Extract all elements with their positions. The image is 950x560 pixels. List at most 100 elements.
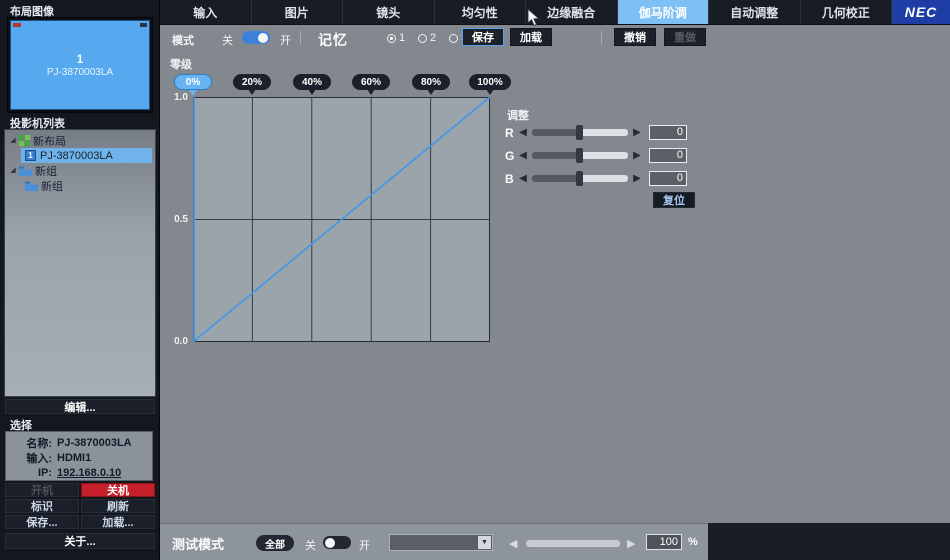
save-settings-button[interactable]: 保存... xyxy=(5,515,79,529)
b-value-input[interactable]: 0 xyxy=(649,171,687,186)
slider-knob[interactable] xyxy=(576,125,583,140)
y-tick-05: 0.5 xyxy=(164,214,188,225)
memory-save-button[interactable]: 保存 xyxy=(462,28,504,46)
tab-gamma[interactable]: 伽马阶调 xyxy=(618,0,710,24)
increment-arrow[interactable]: ▶ xyxy=(631,150,643,161)
power-on-button[interactable]: 开机 xyxy=(5,483,79,497)
all-button[interactable]: 全部 xyxy=(256,535,294,551)
tree-item-projector[interactable]: 1 PJ-3870003LA xyxy=(5,148,155,163)
tree-item-subgroup[interactable]: 新组 xyxy=(5,178,155,193)
r-value-input[interactable]: 0 xyxy=(649,125,687,140)
identify-button[interactable]: 标识 xyxy=(5,499,79,513)
memory-load-button[interactable]: 加载 xyxy=(510,28,552,46)
tree-item-group[interactable]: ◢ 新组 xyxy=(5,163,155,178)
channel-row-g: G ◀ ▶ 0 xyxy=(505,148,687,163)
radio-icon xyxy=(449,34,458,43)
y-tick-0: 0.0 xyxy=(164,336,188,347)
slider-knob[interactable] xyxy=(576,148,583,163)
name-label: 名称: xyxy=(6,435,52,451)
test-on-label: 开 xyxy=(359,537,370,553)
gamma-curve-chart[interactable] xyxy=(193,97,490,342)
redo-button[interactable]: 重做 xyxy=(664,28,706,46)
percent-unit: % xyxy=(688,536,698,548)
g-slider[interactable] xyxy=(532,152,628,159)
toggle-knob xyxy=(325,538,335,548)
divider xyxy=(601,31,602,45)
status-mark-red xyxy=(13,23,21,27)
tab-auto-adjust[interactable]: 自动调整 xyxy=(709,0,801,24)
point-tab-0[interactable]: 0% xyxy=(174,74,212,90)
dropdown-arrow-icon[interactable]: ▼ xyxy=(478,536,491,549)
tree-item-label: PJ-3870003LA xyxy=(40,150,113,162)
about-button[interactable]: 关于... xyxy=(5,533,155,549)
y-tick-1: 1.0 xyxy=(164,92,188,103)
mode-toggle[interactable] xyxy=(242,31,270,44)
power-off-button[interactable]: 关机 xyxy=(81,483,155,497)
radio-label: 2 xyxy=(430,32,436,44)
tab-picture[interactable]: 图片 xyxy=(252,0,344,24)
layout-grid-icon xyxy=(19,135,30,146)
projector-preview-tile[interactable]: 1 PJ-3870003LA xyxy=(10,20,150,110)
increment-arrow[interactable]: ▶ xyxy=(627,537,635,550)
level-slider[interactable] xyxy=(526,540,620,547)
memory-radio-2[interactable]: 2 xyxy=(418,32,436,44)
slider-knob[interactable] xyxy=(576,171,583,186)
b-slider[interactable] xyxy=(532,175,628,182)
increment-arrow[interactable]: ▶ xyxy=(631,127,643,138)
point-tab-20[interactable]: 20% xyxy=(233,74,271,90)
tree-expander-icon[interactable]: ◢ xyxy=(7,133,19,148)
level-label: 零级 xyxy=(170,56,192,72)
ip-link[interactable]: 192.168.0.10 xyxy=(57,467,121,479)
top-tab-bar: 输入 图片 镜头 均匀性 边缘融合 伽马阶调 自动调整 几何校正 NEC xyxy=(160,0,950,25)
load-settings-button[interactable]: 加载... xyxy=(81,515,155,529)
point-tab-40[interactable]: 40% xyxy=(293,74,331,90)
power-button-grid: 开机 关机 标识 刷新 保存... 加载... xyxy=(5,483,155,531)
g-value-input[interactable]: 0 xyxy=(649,148,687,163)
increment-arrow[interactable]: ▶ xyxy=(631,173,643,184)
refresh-button[interactable]: 刷新 xyxy=(81,499,155,513)
point-tab-80[interactable]: 80% xyxy=(412,74,450,90)
divider xyxy=(300,31,301,45)
projector-number-badge: 1 xyxy=(25,150,36,161)
percent-input[interactable]: 100 xyxy=(646,534,682,550)
decrement-arrow[interactable]: ◀ xyxy=(517,173,529,184)
mode-on-label: 开 xyxy=(280,32,291,48)
folder-icon xyxy=(19,166,32,176)
memory-radio-1[interactable]: 1 xyxy=(387,32,405,44)
tree-item-label: 新组 xyxy=(35,163,57,179)
test-pattern-dropdown[interactable]: ▼ xyxy=(389,534,493,551)
r-slider[interactable] xyxy=(532,129,628,136)
edit-button[interactable]: 编辑... xyxy=(5,399,155,414)
mode-off-label: 关 xyxy=(222,32,233,48)
decrement-arrow[interactable]: ◀ xyxy=(509,537,517,550)
projector-tree: ◢ 新布局 1 PJ-3870003LA ◢ 新组 新组 xyxy=(4,129,156,397)
tab-uniformity[interactable]: 均匀性 xyxy=(435,0,527,24)
radio-icon xyxy=(418,34,427,43)
status-mark-dark xyxy=(140,23,147,27)
tab-lens[interactable]: 镜头 xyxy=(343,0,435,24)
point-tab-100[interactable]: 100% xyxy=(469,74,511,90)
channel-row-r: R ◀ ▶ 0 xyxy=(505,125,687,140)
layout-preview[interactable]: 1 PJ-3870003LA xyxy=(7,17,153,113)
channel-name: G xyxy=(505,149,517,163)
tab-geometric-correction[interactable]: 几何校正 xyxy=(801,0,893,24)
point-tab-60[interactable]: 60% xyxy=(352,74,390,90)
tree-item-label: 新布局 xyxy=(33,133,66,149)
mode-label: 模式 xyxy=(172,32,194,48)
radio-icon xyxy=(387,34,396,43)
tab-input[interactable]: 输入 xyxy=(160,0,252,24)
reset-button[interactable]: 复位 xyxy=(653,192,695,208)
tree-item-layout[interactable]: ◢ 新布局 xyxy=(5,133,155,148)
test-mode-toggle[interactable] xyxy=(323,536,351,549)
adjust-label: 调整 xyxy=(507,107,529,123)
toggle-knob xyxy=(258,33,268,43)
decrement-arrow[interactable]: ◀ xyxy=(517,150,529,161)
nec-logo: NEC xyxy=(892,0,950,24)
undo-button[interactable]: 撤销 xyxy=(614,28,656,46)
decrement-arrow[interactable]: ◀ xyxy=(517,127,529,138)
test-mode-label: 测试模式 xyxy=(172,534,224,553)
selection-info-panel: 名称: PJ-3870003LA 输入: HDMI1 IP: 192.168.0… xyxy=(5,431,153,481)
preview-name: PJ-3870003LA xyxy=(47,67,113,78)
memory-label: 记忆 xyxy=(318,30,348,50)
tree-expander-icon[interactable]: ◢ xyxy=(7,163,19,178)
